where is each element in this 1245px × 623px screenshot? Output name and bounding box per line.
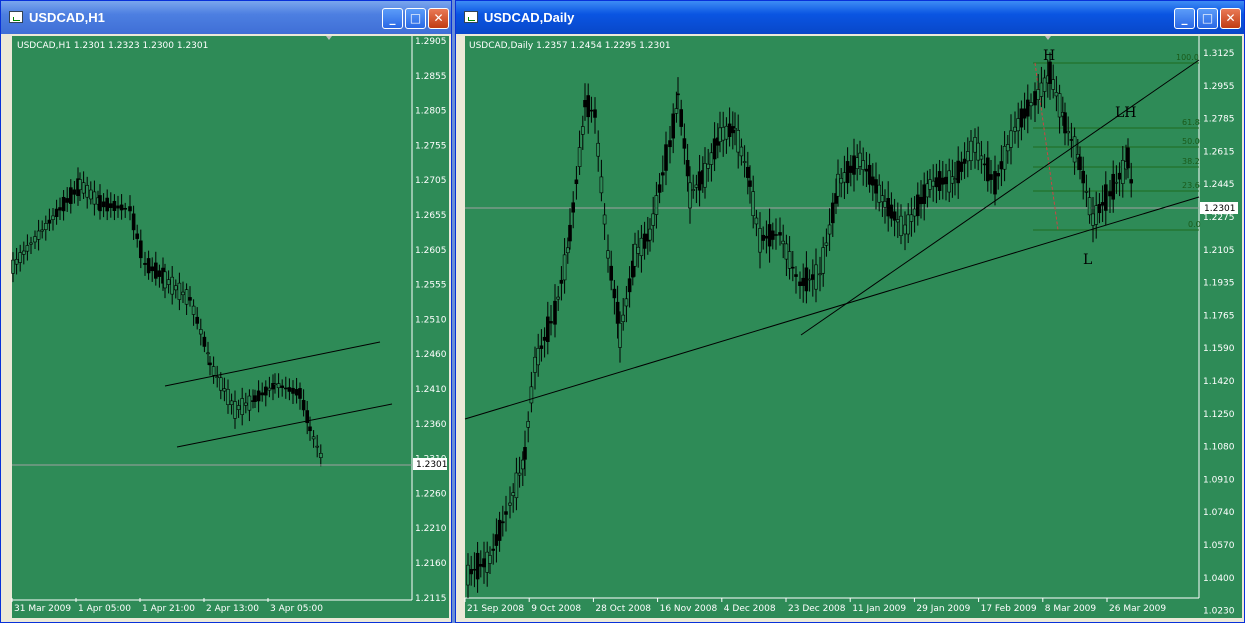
price-tick-label: 1.2115 bbox=[415, 594, 447, 604]
maximize-button[interactable]: □ bbox=[405, 8, 426, 29]
price-tick-label: 1.2785 bbox=[1203, 115, 1235, 125]
chart-info: USDCAD,H1 1.2301 1.2323 1.2300 1.2301 bbox=[17, 41, 208, 51]
price-tick-label: 1.2655 bbox=[415, 211, 447, 221]
price-tick-label: 1.2160 bbox=[415, 559, 447, 569]
date-tick-label: 4 Dec 2008 bbox=[724, 604, 776, 614]
titlebar[interactable]: USDCAD,Daily _ □ ✕ bbox=[456, 1, 1244, 34]
date-tick-label: 17 Feb 2009 bbox=[981, 604, 1037, 614]
price-tick-label: 1.2705 bbox=[415, 176, 447, 186]
close-button[interactable]: ✕ bbox=[428, 8, 449, 29]
fib-level-label: 23.6 bbox=[1182, 181, 1200, 190]
price-tick-label: 1.2275 bbox=[1203, 213, 1235, 223]
price-tick-label: 1.0910 bbox=[1203, 475, 1235, 485]
fib-level-label: 61.8 bbox=[1182, 118, 1200, 127]
price-tick-label: 1.2605 bbox=[415, 246, 447, 256]
price-tick-label: 1.2105 bbox=[1203, 246, 1235, 256]
titlebar[interactable]: USDCAD,H1 _ □ ✕ bbox=[1, 1, 451, 34]
price-tick-label: 1.1250 bbox=[1203, 410, 1235, 420]
price-tick-label: 1.2210 bbox=[415, 524, 447, 534]
fib-level-label: 0.0 bbox=[1188, 220, 1201, 229]
price-tick-label: 1.1420 bbox=[1203, 377, 1235, 387]
annotation-lower-high: LH bbox=[1115, 105, 1137, 121]
current-price: 1.2301 bbox=[416, 460, 448, 470]
price-tick-label: 1.2755 bbox=[415, 141, 447, 151]
annotation-head: H bbox=[1043, 48, 1055, 64]
date-tick-label: 29 Jan 2009 bbox=[916, 604, 970, 614]
price-tick-label: 1.0400 bbox=[1203, 574, 1235, 584]
date-tick-label: 26 Mar 2009 bbox=[1109, 604, 1166, 614]
date-tick-label: 31 Mar 2009 bbox=[14, 604, 71, 614]
price-tick-label: 1.2445 bbox=[1203, 180, 1235, 190]
date-tick-label: 2 Apr 13:00 bbox=[206, 604, 259, 614]
chart-info: USDCAD,Daily 1.2357 1.2454 1.2295 1.2301 bbox=[469, 41, 671, 51]
daily-chart[interactable]: USDCAD,Daily 1.2357 1.2454 1.2295 1.2301… bbox=[460, 34, 1242, 620]
close-button[interactable]: ✕ bbox=[1220, 8, 1241, 29]
fib-level-label: 50.0 bbox=[1182, 137, 1200, 146]
price-tick-label: 1.2460 bbox=[415, 350, 447, 360]
date-tick-label: 21 Sep 2008 bbox=[467, 604, 524, 614]
window-title: USDCAD,Daily bbox=[484, 10, 575, 25]
date-tick-label: 9 Oct 2008 bbox=[531, 604, 581, 614]
price-tick-label: 1.2955 bbox=[1203, 82, 1235, 92]
price-tick-label: 1.2615 bbox=[1203, 147, 1235, 157]
chart-icon bbox=[9, 11, 23, 23]
date-tick-label: 1 Apr 05:00 bbox=[78, 604, 131, 614]
price-tick-label: 1.2555 bbox=[415, 281, 447, 291]
fib-level-label: 38.2 bbox=[1182, 157, 1200, 166]
fib-level-label: 100.0 bbox=[1176, 53, 1199, 62]
price-tick-label: 1.0230 bbox=[1203, 607, 1235, 617]
date-tick-label: 23 Dec 2008 bbox=[788, 604, 846, 614]
window-usdcad-daily[interactable]: USDCAD,Daily _ □ ✕ USDCAD,Daily 1.2357 1… bbox=[455, 0, 1245, 623]
chart-frame: USDCAD,H1 1.2301 1.2323 1.2300 1.2301 1.… bbox=[5, 34, 449, 620]
date-tick-label: 3 Apr 05:00 bbox=[270, 604, 323, 614]
price-tick-label: 1.0570 bbox=[1203, 541, 1235, 551]
current-price: 1.2301 bbox=[1204, 204, 1236, 214]
price-tick-label: 1.2855 bbox=[415, 72, 447, 82]
price-tick-label: 1.1935 bbox=[1203, 279, 1235, 289]
price-tick-label: 1.2805 bbox=[415, 107, 447, 117]
price-tick-label: 1.2260 bbox=[415, 489, 447, 499]
minimize-button[interactable]: _ bbox=[1174, 8, 1195, 29]
date-tick-label: 11 Jan 2009 bbox=[852, 604, 906, 614]
price-tick-label: 1.0740 bbox=[1203, 508, 1235, 518]
chart-frame: USDCAD,Daily 1.2357 1.2454 1.2295 1.2301… bbox=[460, 34, 1242, 620]
price-tick-label: 1.2360 bbox=[415, 420, 447, 430]
price-tick-label: 1.1765 bbox=[1203, 311, 1235, 321]
annotation-low: L bbox=[1083, 252, 1092, 268]
date-tick-label: 8 Mar 2009 bbox=[1045, 604, 1097, 614]
date-tick-label: 28 Oct 2008 bbox=[595, 604, 651, 614]
price-tick-label: 1.1080 bbox=[1203, 443, 1235, 453]
window-usdcad-h1[interactable]: USDCAD,H1 _ □ ✕ USDCAD,H1 1.2301 1.2323 … bbox=[0, 0, 452, 623]
price-tick-label: 1.2905 bbox=[415, 37, 447, 47]
maximize-button[interactable]: □ bbox=[1197, 8, 1218, 29]
price-tick-label: 1.3125 bbox=[1203, 49, 1235, 59]
date-tick-label: 16 Nov 2008 bbox=[660, 604, 718, 614]
window-title: USDCAD,H1 bbox=[29, 10, 105, 25]
minimize-button[interactable]: _ bbox=[382, 8, 403, 29]
price-tick-label: 1.2510 bbox=[415, 315, 447, 325]
price-tick-label: 1.1590 bbox=[1203, 344, 1235, 354]
date-tick-label: 1 Apr 21:00 bbox=[142, 604, 195, 614]
h1-chart[interactable]: USDCAD,H1 1.2301 1.2323 1.2300 1.2301 1.… bbox=[5, 34, 449, 620]
price-tick-label: 1.2410 bbox=[415, 385, 447, 395]
chart-icon bbox=[464, 11, 478, 23]
